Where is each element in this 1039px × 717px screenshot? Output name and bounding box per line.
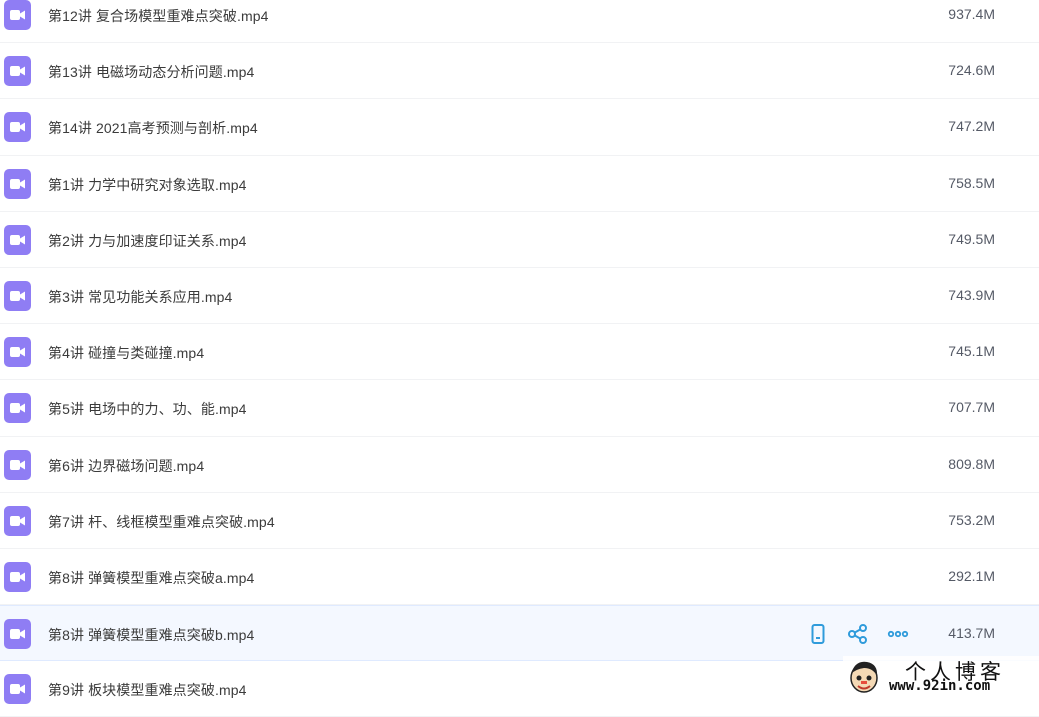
file-name[interactable]: 第2讲 力与加速度印证关系.mp4 — [48, 231, 247, 251]
file-row[interactable]: 第4讲 碰撞与类碰撞.mp4 745.1M — [0, 324, 1039, 381]
file-size: 743.9M — [948, 286, 995, 303]
more-icon[interactable] — [886, 622, 910, 646]
video-file-icon — [4, 0, 31, 30]
file-size: 707.7M — [948, 399, 995, 416]
file-size: 747.2M — [948, 118, 995, 135]
file-size: 937.4M — [948, 6, 995, 22]
video-file-icon — [4, 280, 31, 311]
video-file-icon — [4, 393, 31, 424]
file-row[interactable]: 第8讲 弹簧模型重难点突破a.mp4 292.1M — [0, 549, 1039, 606]
video-file-icon — [4, 112, 31, 143]
file-size: 749.5M — [948, 230, 995, 247]
share-icon[interactable] — [846, 622, 870, 646]
file-row[interactable]: 第2讲 力与加速度印证关系.mp4 749.5M — [0, 212, 1039, 268]
file-row[interactable]: 第14讲 2021高考预测与剖析.mp4 747.2M — [0, 99, 1039, 156]
file-row[interactable]: 第5讲 电场中的力、功、能.mp4 707.7M — [0, 380, 1039, 437]
video-file-icon — [4, 168, 31, 199]
file-row[interactable]: 第7讲 杆、线框模型重难点突破.mp4 753.2M — [0, 493, 1039, 549]
video-file-icon — [4, 674, 31, 705]
file-list: 第12讲 复合场模型重难点突破.mp4 937.4M 第13讲 电磁场动态分析问题.… — [0, 0, 1039, 717]
file-name[interactable]: 第12讲 复合场模型重难点突破.mp4 — [48, 6, 269, 26]
file-size: 753.2M — [948, 511, 995, 528]
file-size: 745.1M — [948, 343, 995, 360]
file-row[interactable]: 第12讲 复合场模型重难点突破.mp4 937.4M — [0, 0, 1039, 44]
video-file-icon — [4, 449, 31, 480]
file-row[interactable]: 第8讲 弹簧模型重难点突破b.mp4 413.7M — [0, 605, 1039, 662]
video-file-icon — [4, 56, 31, 87]
file-row[interactable]: 第3讲 常见功能关系应用.mp4 743.9M — [0, 268, 1039, 325]
file-name[interactable]: 第13讲 电磁场动态分析问题.mp4 — [48, 62, 254, 82]
video-file-icon — [4, 561, 31, 592]
file-row[interactable]: 第6讲 边界磁场问题.mp4 809.8M — [0, 437, 1039, 493]
file-name[interactable]: 第6讲 边界磁场问题.mp4 — [48, 456, 204, 476]
file-name[interactable]: 第7讲 杆、线框模型重难点突破.mp4 — [48, 512, 275, 532]
file-size: 292.1M — [948, 567, 995, 584]
video-file-icon — [4, 224, 31, 255]
file-name[interactable]: 第9讲 板块模型重难点突破.mp4 — [48, 680, 247, 700]
file-name[interactable]: 第5讲 电场中的力、功、能.mp4 — [48, 399, 247, 419]
file-row[interactable]: 第1讲 力学中研究对象选取.mp4 758.5M — [0, 156, 1039, 212]
mascot-logo-icon — [850, 661, 878, 693]
file-size: 809.8M — [948, 455, 995, 472]
file-name[interactable]: 第8讲 弹簧模型重难点突破a.mp4 — [48, 568, 254, 588]
file-name[interactable]: 第14讲 2021高考预测与剖析.mp4 — [48, 118, 258, 138]
file-size: 413.7M — [948, 625, 995, 642]
file-name[interactable]: 第1讲 力学中研究对象选取.mp4 — [48, 175, 247, 195]
video-file-icon — [4, 505, 31, 536]
watermark-url: www.92in.com — [889, 678, 991, 694]
file-name[interactable]: 第8讲 弹簧模型重难点突破b.mp4 — [48, 625, 254, 645]
file-size: 724.6M — [948, 62, 995, 79]
file-size: 758.5M — [948, 174, 995, 191]
file-name[interactable]: 第4讲 碰撞与类碰撞.mp4 — [48, 343, 204, 363]
watermark: 个人博客 www.92in.com — [843, 656, 1039, 697]
file-row[interactable]: 第13讲 电磁场动态分析问题.mp4 724.6M — [0, 43, 1039, 100]
video-file-icon — [4, 619, 31, 650]
phone-icon[interactable] — [806, 622, 830, 646]
video-file-icon — [4, 337, 31, 368]
file-name[interactable]: 第3讲 常见功能关系应用.mp4 — [48, 287, 232, 307]
